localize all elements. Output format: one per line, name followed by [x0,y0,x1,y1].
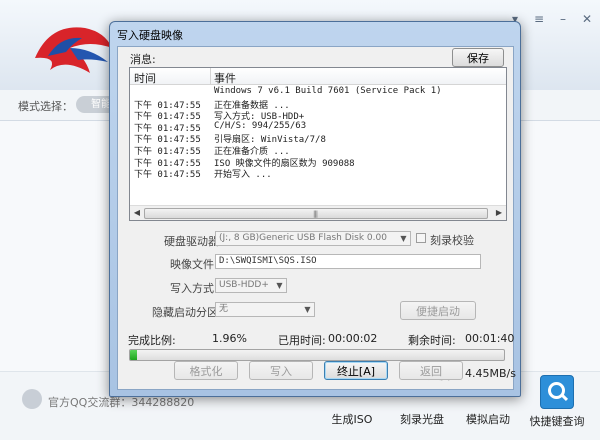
log-row[interactable]: 下午 01:47:55 开始写入 ... [130,167,506,181]
scrollbar-thumb[interactable]: ||| [144,208,488,219]
app-logo-icon [35,27,112,73]
dialog-title: 写入硬盘映像 [117,29,183,42]
write-disk-image-dialog: 写入硬盘映像 消息: 保存 时间 事件 Windows 7 v6.1 Build… [109,21,521,397]
chevron-down-icon: ▼ [304,305,311,314]
hidden-partition-value: 无 [219,304,229,314]
column-event[interactable]: 事件 [214,70,236,86]
column-time[interactable]: 时间 [134,70,156,86]
scrollbar-grip-icon: ||| [313,210,318,218]
write-button[interactable]: 写入 [249,361,313,380]
remaining-value: 00:01:40 [465,332,515,345]
chevron-down-icon: ▼ [400,234,407,243]
dialog-body: 消息: 保存 时间 事件 Windows 7 v6.1 Build 7601 (… [117,46,516,390]
drive-label: 硬盘驱动器: [164,235,223,248]
stop-button[interactable]: 终止[A] [324,361,388,380]
log-time: 下午 01:47:55 [134,170,201,181]
search-icon [540,375,574,409]
message-log[interactable]: 时间 事件 Windows 7 v6.1 Build 7601 (Service… [129,67,507,221]
column-divider[interactable] [210,68,211,84]
elapsed-value: 00:00:02 [328,332,378,345]
hotkey-query-button[interactable]: 快捷键查询 [525,375,589,429]
log-row[interactable]: 下午 01:47:55 ISO 映像文件的扇区数为 909088 [130,156,506,169]
progress-label: 完成比例: [128,334,176,347]
hidden-partition-select[interactable]: 无 ▼ [215,302,315,317]
verify-label: 刻录校验 [430,234,474,247]
log-row[interactable]: 下午 01:47:55 正在准备介质 ... [130,144,506,157]
write-mode-label: 写入方式: [170,282,218,295]
app-window-controls: ▾ ≡ – ✕ [508,12,594,26]
log-row[interactable]: 下午 01:47:55 写入方式: USB-HDD+ [130,109,506,122]
log-row[interactable]: Windows 7 v6.1 Build 7601 (Service Pack … [130,86,506,98]
chevron-down-icon: ▼ [276,281,283,290]
message-label: 消息: [130,53,156,66]
scroll-left-icon[interactable]: ◀ [132,208,142,217]
save-button[interactable]: 保存 [452,48,504,67]
log-row[interactable]: 下午 01:47:55 引导扇区: WinVista/7/8 [130,132,506,145]
progress-value: 1.96% [212,332,247,345]
elapsed-label: 已用时间: [278,334,326,347]
drive-select[interactable]: (J:, 8 GB)Generic USB Flash Disk 0.00 ▼ [215,231,411,246]
log-horizontal-scrollbar[interactable]: ◀ ||| ▶ [130,205,506,220]
log-row[interactable]: 下午 01:47:55 正在准备数据 ... [130,98,506,111]
hidden-partition-label: 隐藏启动分区: [152,306,222,319]
log-event: 开始写入 ... [214,170,272,181]
write-mode-select[interactable]: USB-HDD+ ▼ [215,278,287,293]
burn-disc-label: 刻录光盘 [400,413,444,426]
menu-icon[interactable]: ≡ [532,12,546,26]
format-button-row[interactable]: 格式化 [174,361,238,380]
log-row[interactable]: 下午 01:47:55 C/H/S: 994/255/63 [130,120,506,134]
scroll-right-icon[interactable]: ▶ [494,208,504,217]
write-mode-value: USB-HDD+ [219,280,269,290]
progress-bar [129,349,505,361]
minimize-icon[interactable]: – [556,12,570,26]
close-icon[interactable]: ✕ [580,12,594,26]
qq-icon [22,389,42,409]
back-button[interactable]: 返回 [399,361,463,380]
make-iso-label: 生成ISO [331,413,373,426]
speed-value: 4.45MB/s [465,367,516,380]
quick-boot-button[interactable]: 便捷启动 [400,301,476,320]
verify-checkbox[interactable] [416,233,426,243]
remaining-label: 剩余时间: [408,334,456,347]
image-file-input[interactable]: D:\SWQISMI\SQS.ISO [215,254,481,269]
progress-fill [130,350,138,360]
image-file-label: 映像文件: [170,258,218,271]
drive-value: (J:, 8 GB)Generic USB Flash Disk 0.00 [219,233,387,243]
log-event: Windows 7 v6.1 Build 7601 (Service Pack … [214,86,442,96]
simulate-boot-label: 模拟启动 [466,413,510,426]
log-rows: Windows 7 v6.1 Build 7601 (Service Pack … [130,86,506,181]
log-event: C/H/S: 994/255/63 [214,120,307,131]
hotkey-query-label: 快捷键查询 [529,415,585,428]
mode-label: 模式选择： [18,100,73,113]
log-header: 时间 事件 [130,68,506,85]
